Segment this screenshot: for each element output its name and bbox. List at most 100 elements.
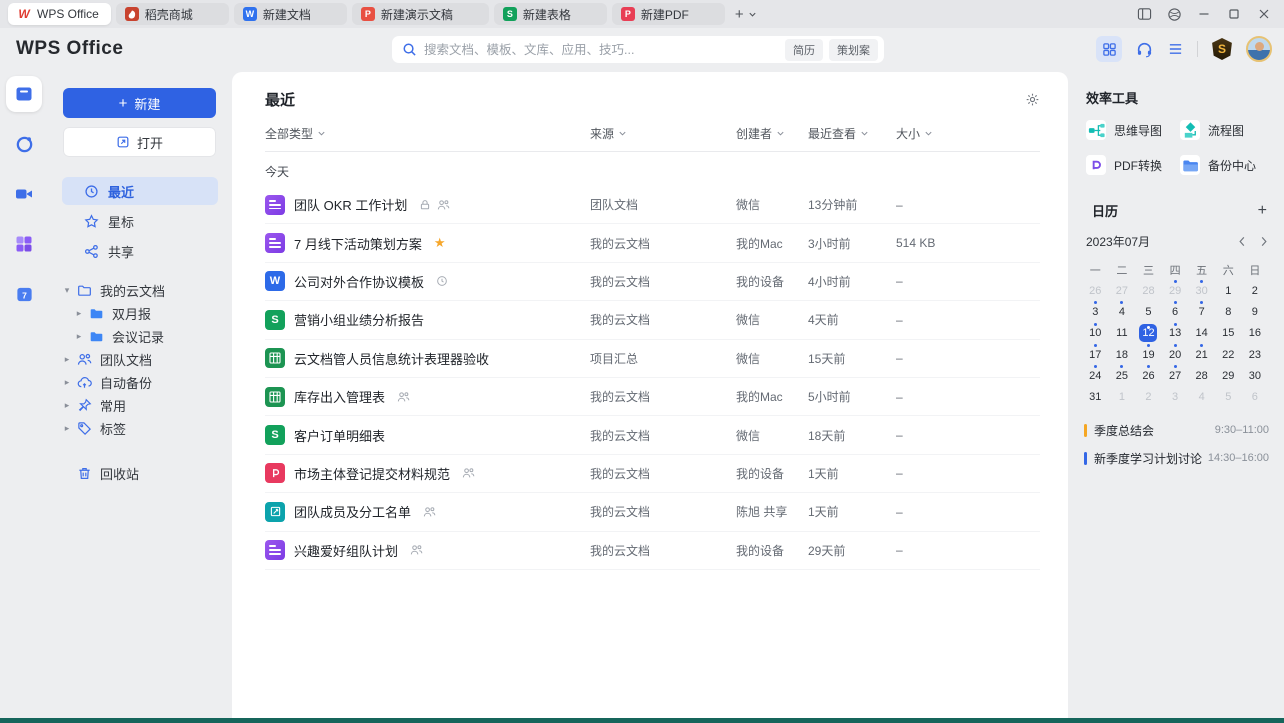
calendar-day[interactable]: 1 <box>1215 280 1242 301</box>
calendar-day[interactable]: 29 <box>1215 365 1242 386</box>
filter-source[interactable]: 来源 <box>590 125 736 142</box>
calendar-day[interactable]: 2 <box>1242 280 1269 301</box>
sidebar-item-starred[interactable]: 星标 <box>62 207 218 235</box>
tab-presentation[interactable]: P 新建演示文稿 <box>351 3 489 25</box>
calendar-day[interactable]: 10 <box>1082 322 1109 344</box>
calendar-day[interactable]: 5 <box>1135 301 1162 322</box>
calendar-day[interactable]: 6 <box>1162 301 1189 322</box>
table-row[interactable]: 团队成员及分工名单 我的云文档 陈旭 共享 1天前 – <box>265 493 1040 532</box>
calendar-day[interactable]: 23 <box>1242 344 1269 365</box>
calendar-day[interactable]: 5 <box>1215 386 1242 407</box>
table-row[interactable]: 7 月线下活动策划方案 ★ 我的云文档 我的Mac 3小时前 514 KB <box>265 224 1040 263</box>
chevron-collapsed-icon[interactable]: ▸ <box>62 400 72 411</box>
chevron-collapsed-icon[interactable]: ▸ <box>74 331 84 342</box>
sidebar-item-trash[interactable]: 回收站 <box>62 462 218 485</box>
calendar-day[interactable]: 25 <box>1109 365 1136 386</box>
tree-item-6[interactable]: ▸ 标签 <box>62 417 218 440</box>
calendar-prev-icon[interactable] <box>1238 236 1246 247</box>
apps-grid-icon[interactable] <box>1096 36 1122 62</box>
new-button[interactable]: + 新建 <box>63 88 216 118</box>
rail-item-apps[interactable] <box>6 226 42 262</box>
calendar-day[interactable]: 13 <box>1162 322 1189 344</box>
calendar-day[interactable]: 17 <box>1082 343 1109 365</box>
calendar-day[interactable]: 31 <box>1082 386 1109 407</box>
open-button[interactable]: 打开 <box>63 127 216 157</box>
calendar-add-icon[interactable]: + <box>1258 202 1267 220</box>
filter-last-viewed[interactable]: 最近查看 <box>808 125 896 142</box>
calendar-day[interactable]: 19 <box>1135 343 1162 365</box>
new-tab-button[interactable]: + <box>735 7 757 22</box>
tab-writer[interactable]: W 新建文档 <box>233 3 347 25</box>
calendar-day[interactable]: 1 <box>1109 386 1136 407</box>
vip-badge-icon[interactable]: S <box>1212 38 1232 60</box>
table-row[interactable]: S 客户订单明细表 我的云文档 微信 18天前 – <box>265 416 1040 455</box>
tab-pdf-tab[interactable]: P 新建PDF <box>611 3 725 25</box>
search-tag-resume[interactable]: 简历 <box>785 38 823 61</box>
search-tag-plan[interactable]: 策划案 <box>829 38 878 61</box>
calendar-day[interactable]: 7 <box>1188 301 1215 322</box>
calendar-day[interactable]: 27 <box>1162 365 1189 386</box>
calendar-day[interactable]: 15 <box>1215 323 1242 344</box>
rail-item-documents[interactable] <box>6 76 42 112</box>
calendar-day[interactable]: 30 <box>1188 280 1215 301</box>
tab-wps-logo[interactable]: W WPS Office <box>8 3 111 25</box>
calendar-day[interactable]: 18 <box>1109 344 1136 365</box>
table-row[interactable]: S 营销小组业绩分析报告 我的云文档 微信 4天前 – <box>265 301 1040 340</box>
maximize-button[interactable] <box>1226 6 1242 22</box>
calendar-day[interactable]: 29 <box>1162 280 1189 301</box>
tab-docer[interactable]: 稻壳商城 <box>115 3 229 25</box>
tab-spreadsheet[interactable]: S 新建表格 <box>493 3 607 25</box>
tree-item-2[interactable]: ▸ 会议记录 <box>62 325 218 348</box>
tool-backup-folder[interactable]: 备份中心 <box>1180 155 1269 175</box>
rail-item-meeting-video[interactable] <box>6 176 42 212</box>
calendar-day[interactable]: 3 <box>1162 386 1189 407</box>
chevron-expanded-icon[interactable]: ▾ <box>62 285 72 296</box>
calendar-day[interactable]: 16 <box>1242 323 1269 344</box>
calendar-day[interactable]: 28 <box>1135 280 1162 301</box>
chevron-collapsed-icon[interactable]: ▸ <box>62 354 72 365</box>
tree-item-5[interactable]: ▸ 常用 <box>62 394 218 417</box>
table-row[interactable]: 团队 OKR 工作计划 团队文档 微信 13分钟前 – <box>265 186 1040 225</box>
table-row[interactable]: 兴趣爱好组队计划 我的云文档 我的设备 29天前 – <box>265 532 1040 570</box>
calendar-day[interactable]: 26 <box>1135 365 1162 386</box>
table-row[interactable]: 云文档管人员信息统计表理器验收 项目汇总 微信 15天前 – <box>265 340 1040 378</box>
calendar-day[interactable]: 22 <box>1215 344 1242 365</box>
calendar-event[interactable]: 新季度学习计划讨论 14:30–16:00 <box>1084 448 1269 469</box>
filter-size[interactable]: 大小 <box>896 125 1040 142</box>
chevron-collapsed-icon[interactable]: ▸ <box>62 377 72 388</box>
calendar-day[interactable]: 4 <box>1109 301 1136 322</box>
chevron-down-icon[interactable] <box>748 10 757 19</box>
minimize-button[interactable] <box>1196 6 1212 22</box>
filter-all-types[interactable]: 全部类型 <box>265 125 590 142</box>
calendar-day[interactable]: 3 <box>1082 301 1109 322</box>
calendar-day[interactable]: 11 <box>1109 323 1136 344</box>
search-input[interactable] <box>424 42 779 57</box>
tree-item-0[interactable]: ▾ 我的云文档 <box>62 279 218 302</box>
calendar-day[interactable]: 9 <box>1242 301 1269 322</box>
sidebar-item-shared[interactable]: 共享 <box>62 237 218 265</box>
tool-pdf-convert[interactable]: PDF转换 <box>1086 155 1180 175</box>
calendar-day[interactable]: 27 <box>1109 280 1136 301</box>
calendar-day[interactable]: 26 <box>1082 280 1109 301</box>
filter-creator[interactable]: 创建者 <box>736 125 808 142</box>
task-list-icon[interactable] <box>1166 36 1184 62</box>
gear-icon[interactable] <box>1025 92 1040 107</box>
rail-item-recent-clock[interactable] <box>6 126 42 162</box>
calendar-day[interactable]: 8 <box>1215 301 1242 322</box>
calendar-day[interactable]: 28 <box>1188 365 1215 386</box>
chevron-collapsed-icon[interactable]: ▸ <box>62 423 72 434</box>
calendar-day[interactable]: 30 <box>1242 365 1269 386</box>
tool-mindmap[interactable]: 思维导图 <box>1086 120 1180 140</box>
support-headset-icon[interactable] <box>1135 36 1153 62</box>
calendar-day-selected[interactable]: 12 <box>1135 323 1162 344</box>
calendar-day[interactable]: 20 <box>1162 343 1189 365</box>
calendar-day[interactable]: 14 <box>1188 323 1215 344</box>
workspace-icon[interactable] <box>1166 6 1182 22</box>
avatar[interactable] <box>1246 36 1272 62</box>
search-bar[interactable]: 简历 策划案 <box>392 36 884 63</box>
chevron-collapsed-icon[interactable]: ▸ <box>74 308 84 319</box>
tree-item-3[interactable]: ▸ 团队文档 <box>62 348 218 371</box>
tool-flowchart[interactable]: 流程图 <box>1180 120 1269 140</box>
calendar-day[interactable]: 24 <box>1082 365 1109 386</box>
close-button[interactable] <box>1256 6 1272 22</box>
